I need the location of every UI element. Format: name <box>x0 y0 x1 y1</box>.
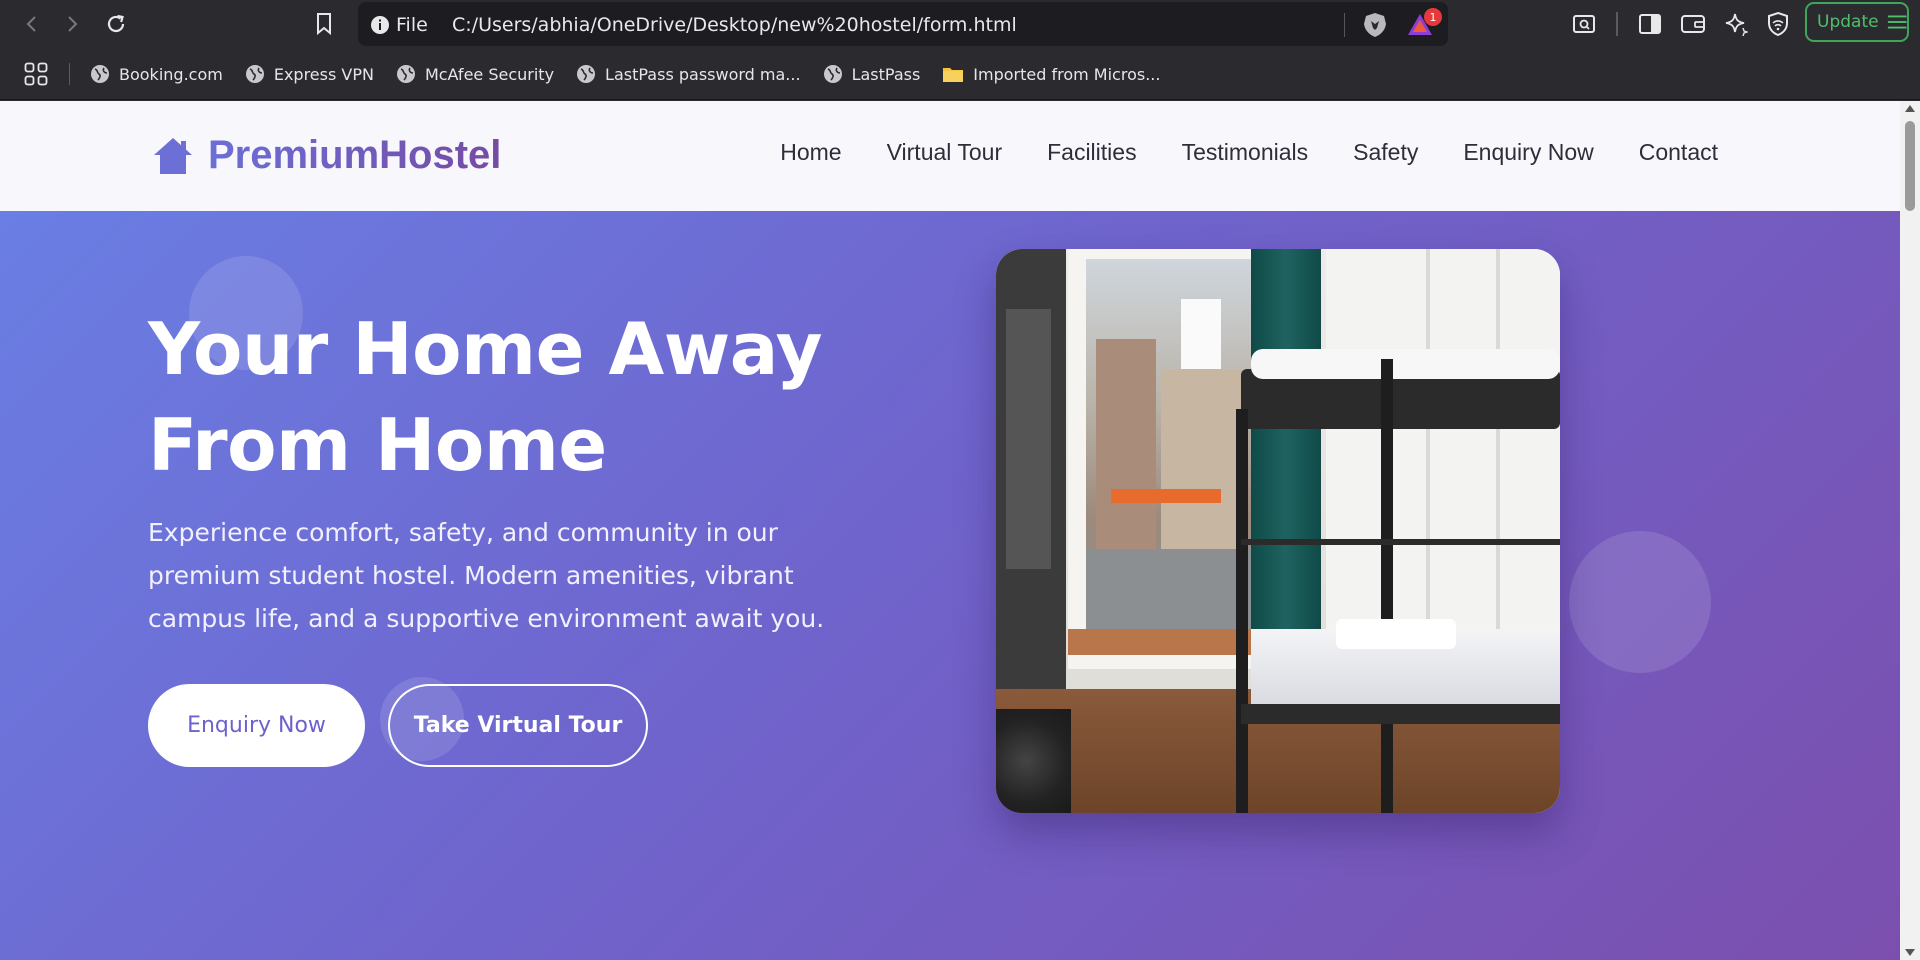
reload-button[interactable] <box>100 8 132 40</box>
logo-text: PremiumHostel <box>208 133 502 177</box>
nav-enquiry-now[interactable]: Enquiry Now <box>1463 139 1593 166</box>
bookmark-label: LastPass <box>851 64 921 84</box>
wallet-icon <box>1681 15 1705 33</box>
bookmark-lastpass[interactable]: LastPass <box>823 64 921 84</box>
bookmark-mcafee[interactable]: McAfee Security <box>396 64 554 84</box>
globe-icon <box>91 65 109 83</box>
globe-icon <box>577 65 596 83</box>
scroll-thumb[interactable] <box>1905 121 1915 211</box>
bookmark-label: Imported from Micros... <box>973 64 1161 84</box>
hero-title-line1: Your Home Away <box>148 307 823 391</box>
apps-grid-icon[interactable] <box>24 62 48 86</box>
bookmarks-bar: Booking.com Express VPN McAfee Security … <box>0 48 1920 100</box>
bookmark-label: Express VPN <box>273 64 374 84</box>
hero-title-line2: From Home <box>148 403 607 487</box>
menu-icon <box>1887 15 1907 29</box>
bookmark-booking[interactable]: Booking.com <box>90 64 223 84</box>
hero-description: Experience comfort, safety, and communit… <box>148 518 825 633</box>
bookmark-button[interactable] <box>308 8 340 40</box>
bookmark-folder-imported[interactable]: Imported from Micros... <box>942 65 1160 84</box>
url-divider <box>1344 13 1345 37</box>
toolbar-divider <box>1616 12 1618 36</box>
screenshot-search-icon <box>1573 15 1595 33</box>
wallet-button[interactable] <box>1679 10 1707 38</box>
sidebar-toggle[interactable] <box>1636 10 1664 38</box>
globe-icon <box>245 65 264 83</box>
brave-shields-icon[interactable] <box>1362 11 1388 39</box>
bookmark-lastpass-manager[interactable]: LastPass password ma... <box>576 64 801 84</box>
chevron-right-icon <box>68 16 78 32</box>
update-button[interactable]: Update <box>1805 2 1909 42</box>
main-nav: Home Virtual Tour Facilities Testimonial… <box>780 139 1718 166</box>
browser-toolbar: File C:/Users/abhia/OneDrive/Desktop/new… <box>0 0 1920 48</box>
nav-safety[interactable]: Safety <box>1353 139 1418 166</box>
house-icon <box>154 137 192 174</box>
rewards-badge: 1 <box>1424 8 1442 26</box>
nav-facilities[interactable]: Facilities <box>1047 139 1136 166</box>
hero-title: Your Home Away From Home <box>148 301 888 493</box>
nav-virtual-tour[interactable]: Virtual Tour <box>887 139 1003 166</box>
bookmark-label: LastPass password ma... <box>605 64 801 84</box>
folder-icon <box>943 68 964 82</box>
reload-icon <box>107 14 125 33</box>
page-scrollbar[interactable] <box>1900 101 1920 960</box>
sidebar-icon <box>1639 14 1661 34</box>
hero-section: Your Home Away From Home Experience comf… <box>0 211 1900 960</box>
vpn-shield-icon <box>1768 11 1788 37</box>
forward-button[interactable] <box>56 8 88 40</box>
enquiry-now-button[interactable]: Enquiry Now <box>148 684 365 767</box>
address-bar[interactable]: File C:/Users/abhia/OneDrive/Desktop/new… <box>358 2 1448 46</box>
leo-ai-button[interactable] <box>1722 10 1750 38</box>
bookmarks-divider <box>69 63 70 85</box>
url-scheme-label: File <box>396 14 428 36</box>
bookmark-label: McAfee Security <box>424 64 555 84</box>
nav-contact[interactable]: Contact <box>1639 139 1718 166</box>
virtual-tour-button[interactable]: Take Virtual Tour <box>388 684 648 767</box>
sparkle-icon <box>1725 13 1748 36</box>
site-header: PremiumHostel Home Virtual Tour Faciliti… <box>0 101 1900 211</box>
nav-home[interactable]: Home <box>780 139 841 166</box>
site-logo[interactable]: PremiumHostel <box>152 133 501 178</box>
bookmark-list: Booking.com Express VPN McAfee Security … <box>90 48 1160 100</box>
bookmark-express-vpn[interactable]: Express VPN <box>245 64 374 84</box>
globe-icon <box>396 65 415 83</box>
page-search-button[interactable] <box>1570 10 1598 38</box>
decorative-bubble <box>1569 531 1711 673</box>
scroll-up-arrow-icon[interactable] <box>1905 105 1915 112</box>
bookmark-icon <box>317 13 331 36</box>
globe-icon <box>823 65 842 83</box>
update-label: Update <box>1817 12 1879 32</box>
vpn-button[interactable] <box>1764 10 1792 38</box>
chevron-left-icon <box>26 16 36 32</box>
scroll-down-arrow-icon[interactable] <box>1905 949 1915 956</box>
nav-testimonials[interactable]: Testimonials <box>1182 139 1309 166</box>
info-icon[interactable] <box>370 15 390 35</box>
back-button[interactable] <box>16 8 48 40</box>
page-viewport: PremiumHostel Home Virtual Tour Faciliti… <box>0 101 1900 960</box>
bookmark-label: Booking.com <box>119 64 223 84</box>
url-text[interactable]: C:/Users/abhia/OneDrive/Desktop/new%20ho… <box>452 14 1017 36</box>
hostel-room-image <box>996 249 1560 813</box>
